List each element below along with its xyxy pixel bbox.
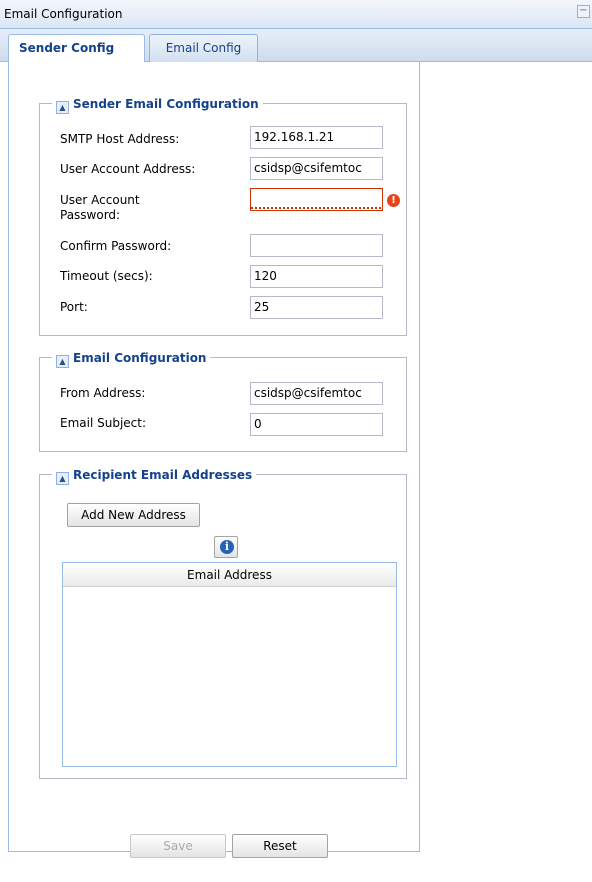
timeout-input[interactable]: 120	[250, 265, 383, 288]
from-address-label: From Address:	[60, 386, 146, 400]
email-legend: ▲ Email Configuration	[52, 349, 211, 368]
confirm-password-input[interactable]	[250, 234, 383, 257]
recipient-legend-label: Recipient Email Addresses	[73, 468, 253, 482]
recipient-legend: ▲ Recipient Email Addresses	[52, 466, 257, 485]
grid-header-email-address[interactable]: Email Address	[63, 563, 396, 587]
info-icon: i	[220, 540, 234, 554]
window-title: Email Configuration	[4, 7, 123, 21]
password-label-line2: Password:	[60, 208, 121, 222]
port-input[interactable]: 25	[250, 296, 383, 319]
error-icon: !	[387, 194, 400, 207]
port-label: Port:	[60, 300, 88, 314]
tab-email-config[interactable]: Email Config	[149, 34, 258, 62]
collapse-toggle-icon[interactable]: ▲	[56, 355, 69, 368]
from-address-input[interactable]: csidsp@csifemtoc	[250, 382, 383, 405]
add-new-address-button[interactable]: Add New Address	[67, 503, 200, 527]
smtp-host-input[interactable]: 192.168.1.21	[250, 126, 383, 149]
collapse-toggle-icon[interactable]: ▲	[56, 101, 69, 114]
smtp-host-label: SMTP Host Address:	[60, 132, 180, 146]
window-header: Email Configuration −	[0, 0, 592, 29]
password-label-line1: User Account	[60, 193, 140, 207]
reset-button[interactable]: Reset	[232, 834, 328, 858]
timeout-label: Timeout (secs):	[60, 269, 153, 283]
save-button[interactable]: Save	[130, 834, 226, 858]
collapse-toggle-icon[interactable]: ▲	[56, 472, 69, 485]
tab-sender-config[interactable]: Sender Config	[8, 34, 145, 63]
info-button[interactable]: i	[214, 536, 238, 558]
minus-icon[interactable]: −	[577, 5, 590, 18]
sender-legend: ▲ Sender Email Configuration	[52, 95, 263, 114]
email-subject-label: Email Subject:	[60, 416, 147, 430]
password-input[interactable]	[250, 188, 383, 211]
sender-legend-label: Sender Email Configuration	[73, 97, 259, 111]
email-address-grid[interactable]: Email Address	[62, 562, 397, 767]
user-account-input[interactable]: csidsp@csifemtoc	[250, 157, 383, 180]
email-legend-label: Email Configuration	[73, 351, 207, 365]
email-subject-input[interactable]: 0	[250, 413, 383, 436]
user-account-label: User Account Address:	[60, 162, 196, 176]
confirm-password-label: Confirm Password:	[60, 239, 172, 253]
tab-strip: Sender Config Email Config	[0, 29, 592, 63]
